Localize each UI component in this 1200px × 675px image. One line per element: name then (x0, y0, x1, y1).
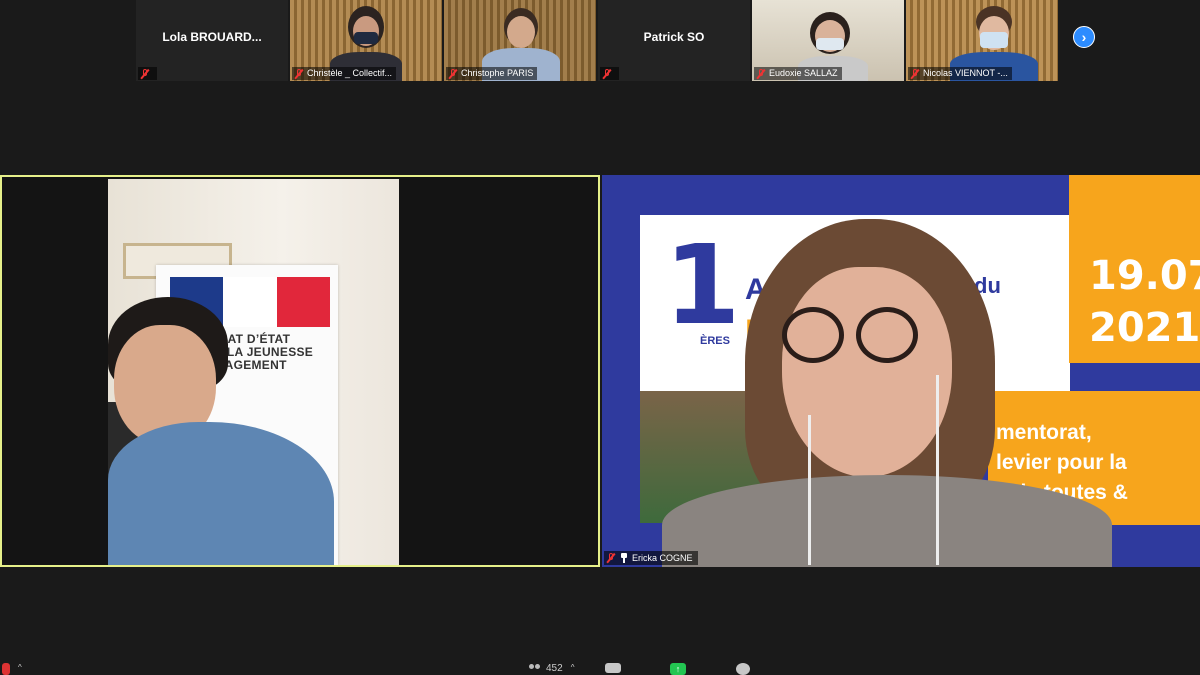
slide-year: 2021 (1089, 305, 1200, 351)
participant-label: Ericka COGNE (604, 551, 698, 565)
slide-superscript: ÈRES (700, 335, 730, 347)
mute-button[interactable]: ^ (2, 663, 22, 675)
participant-label (600, 67, 619, 80)
mic-muted-icon (294, 68, 304, 79)
face-mask (354, 32, 378, 44)
slide-date: 19.07 (1089, 253, 1200, 299)
participant-tile[interactable]: Lola BROUARD... (136, 0, 288, 81)
participant-name: Christèle _ Collectif... (307, 68, 393, 78)
participants-count: 452 (546, 663, 563, 674)
microphone-icon (2, 663, 10, 675)
glasses-right (856, 307, 918, 363)
slide-text-line: levier pour la (996, 451, 1127, 474)
pin-icon (620, 553, 628, 563)
record-icon (736, 663, 750, 675)
share-screen-button[interactable]: ↑ (670, 663, 686, 675)
speaker-body (662, 475, 1112, 567)
participant-name: Nicolas VIENNOT -... (923, 68, 1008, 78)
earphone-cable (936, 375, 939, 565)
chat-button[interactable] (605, 663, 621, 675)
participant-name: Ericka COGNE (632, 553, 693, 563)
mic-muted-icon (602, 68, 612, 79)
earphone-cable (808, 415, 811, 565)
participants-icon (528, 663, 542, 673)
glasses-left (782, 307, 844, 363)
chevron-up-icon[interactable]: ^ (18, 663, 22, 672)
mic-muted-icon (910, 68, 920, 79)
chevron-right-icon[interactable]: › (1073, 26, 1095, 48)
participants-button[interactable]: 452 ^ (528, 663, 574, 675)
participant-label: Christophe PARIS (446, 67, 538, 80)
face-mask (816, 38, 844, 50)
participant-tile[interactable]: Eudoxie SALLAZ (752, 0, 904, 81)
meeting-toolbar: ^ 452 ^ ↑ (0, 660, 1200, 675)
participant-label: Eudoxie SALLAZ (754, 67, 842, 80)
participant-strip: Lola BROUARD... Christèle _ Collectif...… (136, 0, 1058, 81)
chat-icon (605, 663, 621, 673)
participant-name: Patrick SO (643, 30, 705, 44)
participant-label: Nicolas VIENNOT -... (908, 67, 1012, 80)
slide-text-line: mentorat, (996, 421, 1092, 444)
video-tile-ericka[interactable]: 1 ÈRES A du M t 19.07 2021 mentorat, lev… (602, 175, 1200, 567)
participant-label (138, 67, 157, 80)
participant-name: Lola BROUARD... (162, 30, 262, 44)
mic-muted-icon (756, 68, 766, 79)
participant-label: Christèle _ Collectif... (292, 67, 397, 80)
participant-tile[interactable]: Nicolas VIENNOT -... (906, 0, 1058, 81)
participant-tile[interactable]: Christophe PARIS (444, 0, 596, 81)
participant-name: Christophe PARIS (461, 68, 534, 78)
face-mask (980, 32, 1008, 48)
active-speaker-tile[interactable]: ARIAT D’ÉTAT DE LA JEUNESSE NGAGEMENT (0, 175, 600, 567)
mic-muted-icon (606, 553, 616, 563)
mic-muted-icon (448, 68, 458, 79)
mic-muted-icon (140, 68, 150, 79)
participant-video-face (507, 16, 535, 48)
participant-tile[interactable]: Christèle _ Collectif... (290, 0, 442, 81)
record-button[interactable] (736, 663, 750, 675)
participant-tile[interactable]: Patrick SO (598, 0, 750, 81)
chevron-up-icon[interactable]: ^ (571, 663, 575, 672)
participant-name: Eudoxie SALLAZ (769, 68, 838, 78)
slide-number: 1 (664, 221, 741, 349)
share-screen-icon: ↑ (670, 663, 686, 675)
